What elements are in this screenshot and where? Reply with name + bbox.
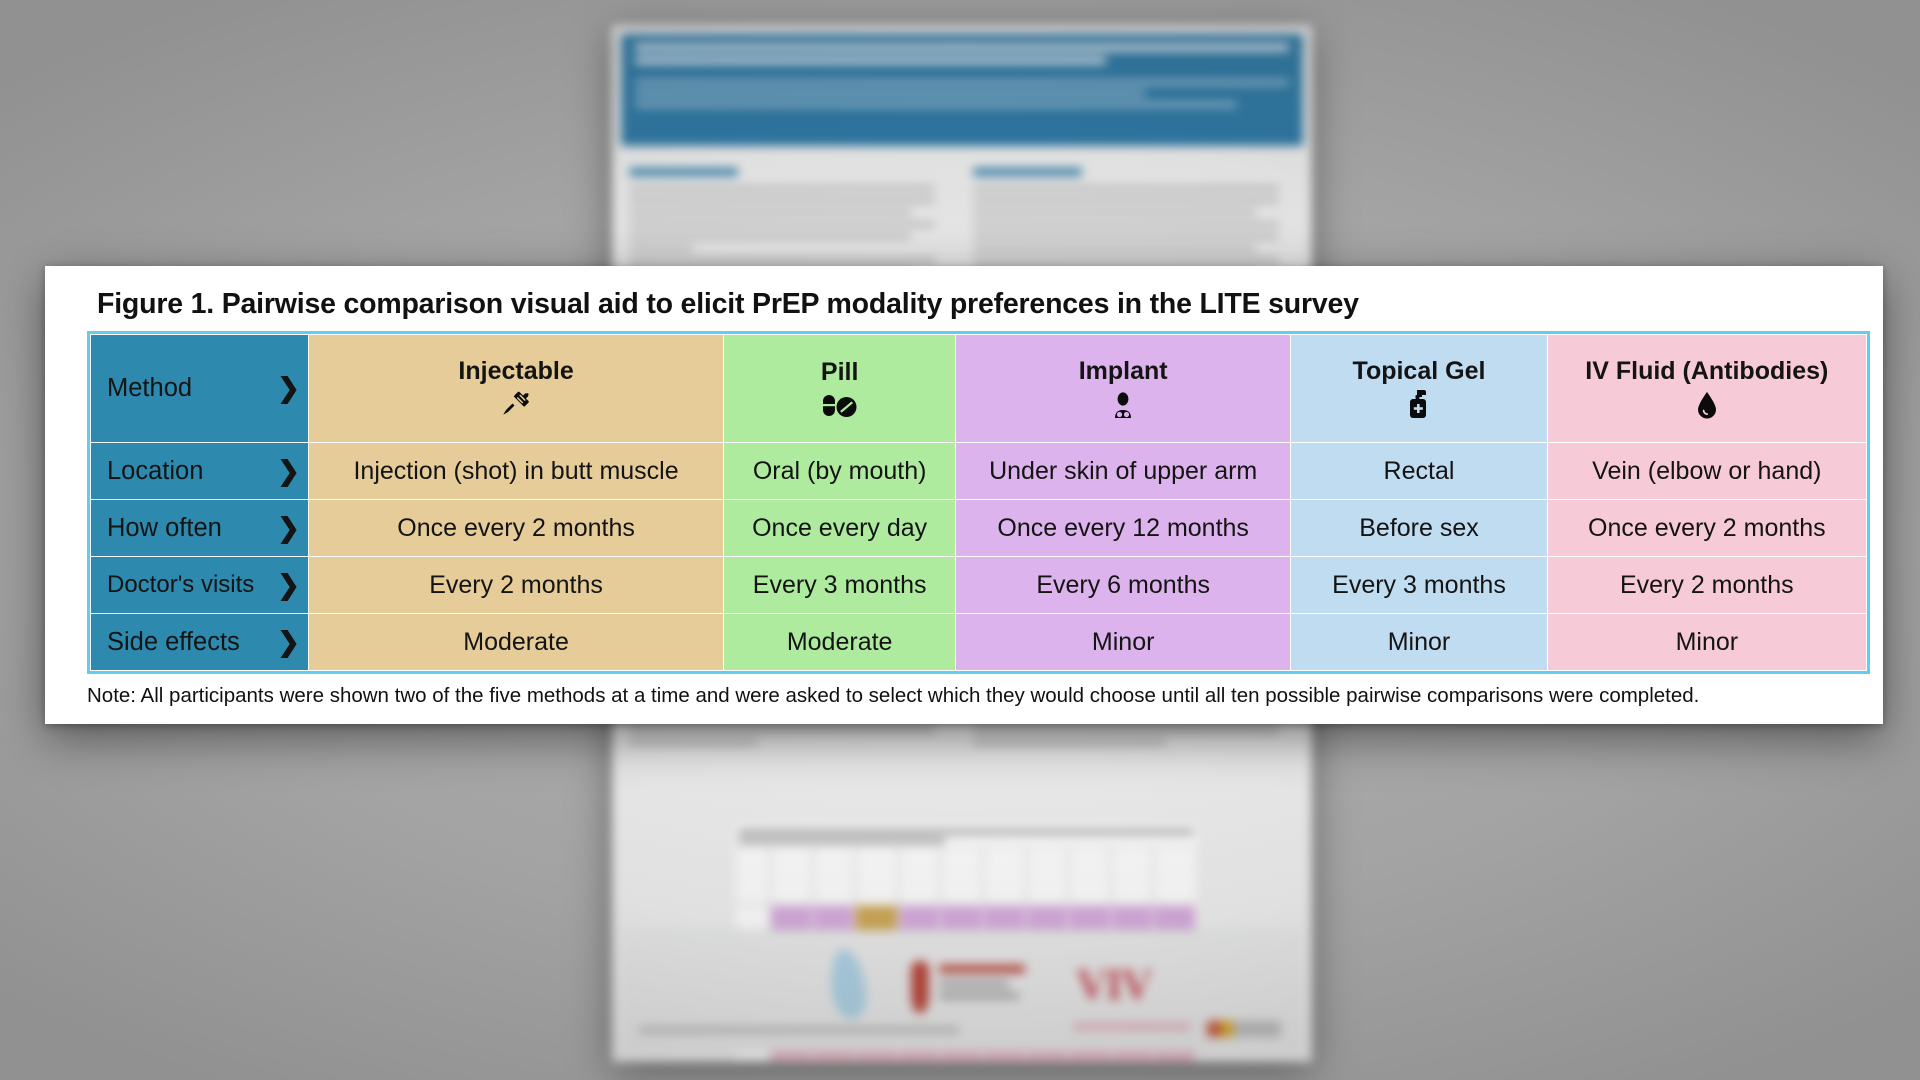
cell-location-topical-gel: Rectal	[1290, 442, 1548, 500]
cell-doctors-visits-injectable: Every 2 months	[307, 556, 725, 614]
column-header-implant: Implant	[955, 334, 1292, 443]
column-header-injectable: Injectable	[307, 334, 725, 443]
figure-note: Note: All participants were shown two of…	[87, 684, 1700, 707]
column-header-implant-label: Implant	[1078, 357, 1168, 386]
figure-table-frame: Method ❯ Injectable Pill Implant Topical…	[87, 331, 1870, 674]
chevron-right-icon: ❯	[277, 569, 300, 600]
poster-section-heading	[973, 168, 1083, 176]
cell-doctors-visits-pill: Every 3 months	[723, 556, 957, 614]
table-row: Side effects ❯ Moderate Moderate Minor M…	[90, 613, 1868, 671]
cell-side-effects-iv-fluid: Minor	[1546, 613, 1868, 671]
poster-title-banner	[621, 34, 1303, 146]
implant-arm-icon	[956, 390, 1290, 419]
gel-pump-bottle-icon	[1291, 389, 1546, 419]
row-header-doctors-visits-label: Doctor's visits	[107, 571, 255, 598]
cell-how-often-topical-gel: Before sex	[1290, 499, 1548, 557]
table-row: Location ❯ Injection (shot) in butt musc…	[90, 442, 1868, 500]
poster-logo-icon	[826, 946, 870, 1022]
row-header-side-effects-label: Side effects	[107, 627, 240, 656]
cell-location-iv-fluid: Vein (elbow or hand)	[1546, 442, 1868, 500]
cell-side-effects-topical-gel: Minor	[1290, 613, 1548, 671]
poster-author-line	[635, 91, 1146, 96]
table-row: How often ❯ Once every 2 months Once eve…	[90, 499, 1868, 557]
column-header-injectable-label: Injectable	[458, 357, 574, 386]
cell-side-effects-pill: Moderate	[723, 613, 957, 671]
column-header-topical-gel: Topical Gel	[1290, 334, 1548, 443]
droplet-icon	[1548, 390, 1866, 419]
table-header-row: Method ❯ Injectable Pill Implant Topical…	[90, 334, 1868, 443]
screenshot-root: VIV Figure 1. Pairwise comparison visual…	[0, 0, 1920, 1080]
column-header-topical-gel-label: Topical Gel	[1352, 356, 1486, 385]
cell-how-often-implant: Once every 12 months	[955, 499, 1292, 557]
poster-footer-logo-icon	[1207, 1021, 1281, 1037]
cell-doctors-visits-implant: Every 6 months	[955, 556, 1292, 614]
row-header-doctors-visits[interactable]: Doctor's visits ❯	[90, 556, 309, 614]
row-header-side-effects[interactable]: Side effects ❯	[90, 613, 309, 671]
cell-doctors-visits-topical-gel: Every 3 months	[1290, 556, 1548, 614]
chevron-right-icon: ❯	[277, 626, 300, 657]
poster-author-line	[635, 80, 1289, 85]
table-row: Doctor's visits ❯ Every 2 months Every 3…	[90, 556, 1868, 614]
column-header-iv-fluid: IV Fluid (Antibodies)	[1546, 334, 1868, 443]
poster-logo-text: VIV	[1076, 960, 1153, 1009]
poster-author-line	[635, 102, 1237, 107]
syringe-icon	[309, 390, 723, 419]
cell-how-often-injectable: Once every 2 months	[307, 499, 725, 557]
poster-title-line	[635, 44, 1289, 51]
row-header-method[interactable]: Method ❯	[90, 334, 309, 443]
poster-logo-icon	[911, 961, 929, 1013]
cell-location-injectable: Injection (shot) in butt muscle	[307, 442, 725, 500]
pills-icon	[724, 390, 955, 418]
cell-doctors-visits-iv-fluid: Every 2 months	[1546, 556, 1868, 614]
row-header-location-label: Location	[107, 456, 204, 485]
column-header-iv-fluid-label: IV Fluid (Antibodies)	[1585, 357, 1829, 386]
poster-footer: VIV	[621, 930, 1303, 1051]
row-header-how-often-label: How often	[107, 513, 222, 542]
poster-section-heading	[629, 168, 739, 176]
chevron-right-icon: ❯	[277, 455, 300, 486]
cell-side-effects-injectable: Moderate	[307, 613, 725, 671]
cell-location-implant: Under skin of upper arm	[955, 442, 1292, 500]
figure-overlay-card: Figure 1. Pairwise comparison visual aid…	[45, 266, 1883, 724]
figure-title: Figure 1. Pairwise comparison visual aid…	[97, 288, 1359, 320]
chevron-right-icon: ❯	[277, 512, 300, 543]
cell-how-often-pill: Once every day	[723, 499, 957, 557]
poster-title-line	[635, 57, 1106, 64]
cell-how-often-iv-fluid: Once every 2 months	[1546, 499, 1868, 557]
row-header-location[interactable]: Location ❯	[90, 442, 309, 500]
prep-modality-comparison-table: Method ❯ Injectable Pill Implant Topical…	[90, 334, 1868, 671]
row-header-how-often[interactable]: How often ❯	[90, 499, 309, 557]
column-header-pill-label: Pill	[820, 357, 859, 386]
row-header-method-label: Method	[107, 374, 193, 402]
cell-location-pill: Oral (by mouth)	[723, 442, 957, 500]
column-header-pill: Pill	[723, 334, 957, 443]
chevron-right-icon: ❯	[277, 373, 300, 403]
cell-side-effects-implant: Minor	[955, 613, 1292, 671]
